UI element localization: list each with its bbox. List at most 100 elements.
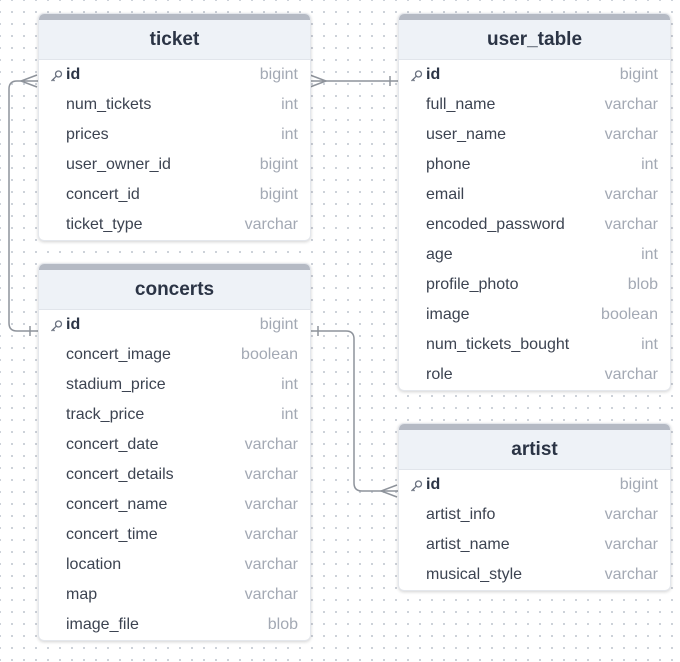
- column-type: int: [281, 96, 298, 113]
- column-type: varchar: [604, 506, 658, 523]
- column-row[interactable]: location varchar: [39, 550, 310, 580]
- column-row[interactable]: id bigint: [399, 60, 670, 90]
- column-type: varchar: [244, 436, 298, 453]
- column-name: map: [66, 586, 98, 603]
- column-name: ticket_type: [66, 216, 143, 233]
- column-row[interactable]: stadium_price int: [39, 370, 310, 400]
- column-name: profile_photo: [426, 276, 519, 293]
- column-row[interactable]: id bigint: [399, 470, 670, 500]
- relationship-ticket-concerts: [8, 74, 38, 336]
- column-type: bigint: [259, 66, 298, 83]
- column-type: varchar: [244, 466, 298, 483]
- primary-key-icon: [410, 479, 423, 492]
- column-row[interactable]: age int: [399, 240, 670, 270]
- table-ticket[interactable]: ticket id bigint num_tickets int prices int us…: [38, 13, 311, 241]
- column-name: concert_date: [66, 436, 159, 453]
- column-type: boolean: [601, 306, 658, 323]
- column-row[interactable]: email varchar: [399, 180, 670, 210]
- column-type: int: [281, 406, 298, 423]
- table-name: concerts: [134, 278, 215, 300]
- column-type: boolean: [241, 346, 298, 363]
- column-name: prices: [66, 126, 109, 143]
- column-name: user_name: [426, 126, 507, 143]
- primary-key-icon: [50, 69, 63, 82]
- column-type: varchar: [604, 536, 658, 553]
- column-type: bigint: [619, 66, 658, 83]
- primary-key-icon: [50, 319, 63, 332]
- column-row[interactable]: role varchar: [399, 360, 670, 390]
- column-name: id: [426, 476, 441, 493]
- column-type: blob: [627, 276, 658, 293]
- column-name: artist_info: [426, 506, 496, 523]
- table-header[interactable]: ticket: [39, 14, 310, 60]
- column-type: varchar: [604, 126, 658, 143]
- column-type: int: [281, 376, 298, 393]
- column-name: track_price: [66, 406, 145, 423]
- column-row[interactable]: id bigint: [39, 60, 310, 90]
- column-name: stadium_price: [66, 376, 166, 393]
- column-type: varchar: [244, 526, 298, 543]
- column-name: concert_name: [66, 496, 168, 513]
- column-row[interactable]: full_name varchar: [399, 90, 670, 120]
- column-row[interactable]: concert_date varchar: [39, 430, 310, 460]
- column-row[interactable]: concert_time varchar: [39, 520, 310, 550]
- column-name: num_tickets: [66, 96, 152, 113]
- table-header[interactable]: concerts: [39, 264, 310, 310]
- column-name: id: [426, 66, 441, 83]
- column-name: full_name: [426, 96, 496, 113]
- column-row[interactable]: num_tickets_bought int: [399, 330, 670, 360]
- column-type: varchar: [604, 96, 658, 113]
- column-type: int: [281, 126, 298, 143]
- column-row[interactable]: prices int: [39, 120, 310, 150]
- column-name: location: [66, 556, 122, 573]
- relationship-concerts-artist: [309, 326, 398, 498]
- column-type: varchar: [604, 366, 658, 383]
- column-type: varchar: [604, 186, 658, 203]
- column-type: int: [641, 336, 658, 353]
- column-type: varchar: [244, 496, 298, 513]
- column-row[interactable]: map varchar: [39, 580, 310, 610]
- column-row[interactable]: profile_photo blob: [399, 270, 670, 300]
- column-row[interactable]: user_name varchar: [399, 120, 670, 150]
- column-row[interactable]: image boolean: [399, 300, 670, 330]
- column-name: user_owner_id: [66, 156, 171, 173]
- column-type: bigint: [259, 316, 298, 333]
- column-type: varchar: [244, 586, 298, 603]
- column-type: varchar: [604, 216, 658, 233]
- column-name: concert_time: [66, 526, 158, 543]
- column-row[interactable]: concert_name varchar: [39, 490, 310, 520]
- column-row[interactable]: encoded_password varchar: [399, 210, 670, 240]
- table-header[interactable]: artist: [399, 424, 670, 470]
- column-row[interactable]: id bigint: [39, 310, 310, 340]
- column-name: musical_style: [426, 566, 523, 583]
- column-row[interactable]: image_file blob: [39, 610, 310, 640]
- column-row[interactable]: track_price int: [39, 400, 310, 430]
- column-name: age: [426, 246, 453, 263]
- column-row[interactable]: artist_name varchar: [399, 530, 670, 560]
- column-type: bigint: [259, 186, 298, 203]
- column-row[interactable]: ticket_type varchar: [39, 210, 310, 240]
- table-header[interactable]: user_table: [399, 14, 670, 60]
- column-row[interactable]: num_tickets int: [39, 90, 310, 120]
- table-artist[interactable]: artist id bigint artist_info varchar artist_…: [398, 423, 671, 591]
- column-type: varchar: [244, 556, 298, 573]
- column-row[interactable]: concert_id bigint: [39, 180, 310, 210]
- column-name: artist_name: [426, 536, 510, 553]
- table-concerts[interactable]: concerts id bigint concert_image boolean sta…: [38, 263, 311, 641]
- column-type: varchar: [244, 216, 298, 233]
- relationship-ticket-user: [309, 74, 398, 88]
- column-type: int: [641, 156, 658, 173]
- column-row[interactable]: concert_image boolean: [39, 340, 310, 370]
- column-row[interactable]: musical_style varchar: [399, 560, 670, 590]
- column-name: phone: [426, 156, 471, 173]
- column-type: int: [641, 246, 658, 263]
- table-user-table[interactable]: user_table id bigint full_name varchar user_…: [398, 13, 671, 391]
- column-name: concert_id: [66, 186, 140, 203]
- column-type: varchar: [604, 566, 658, 583]
- column-row[interactable]: user_owner_id bigint: [39, 150, 310, 180]
- table-name: ticket: [149, 28, 200, 50]
- column-row[interactable]: phone int: [399, 150, 670, 180]
- column-row[interactable]: artist_info varchar: [399, 500, 670, 530]
- column-row[interactable]: concert_details varchar: [39, 460, 310, 490]
- column-type: bigint: [619, 476, 658, 493]
